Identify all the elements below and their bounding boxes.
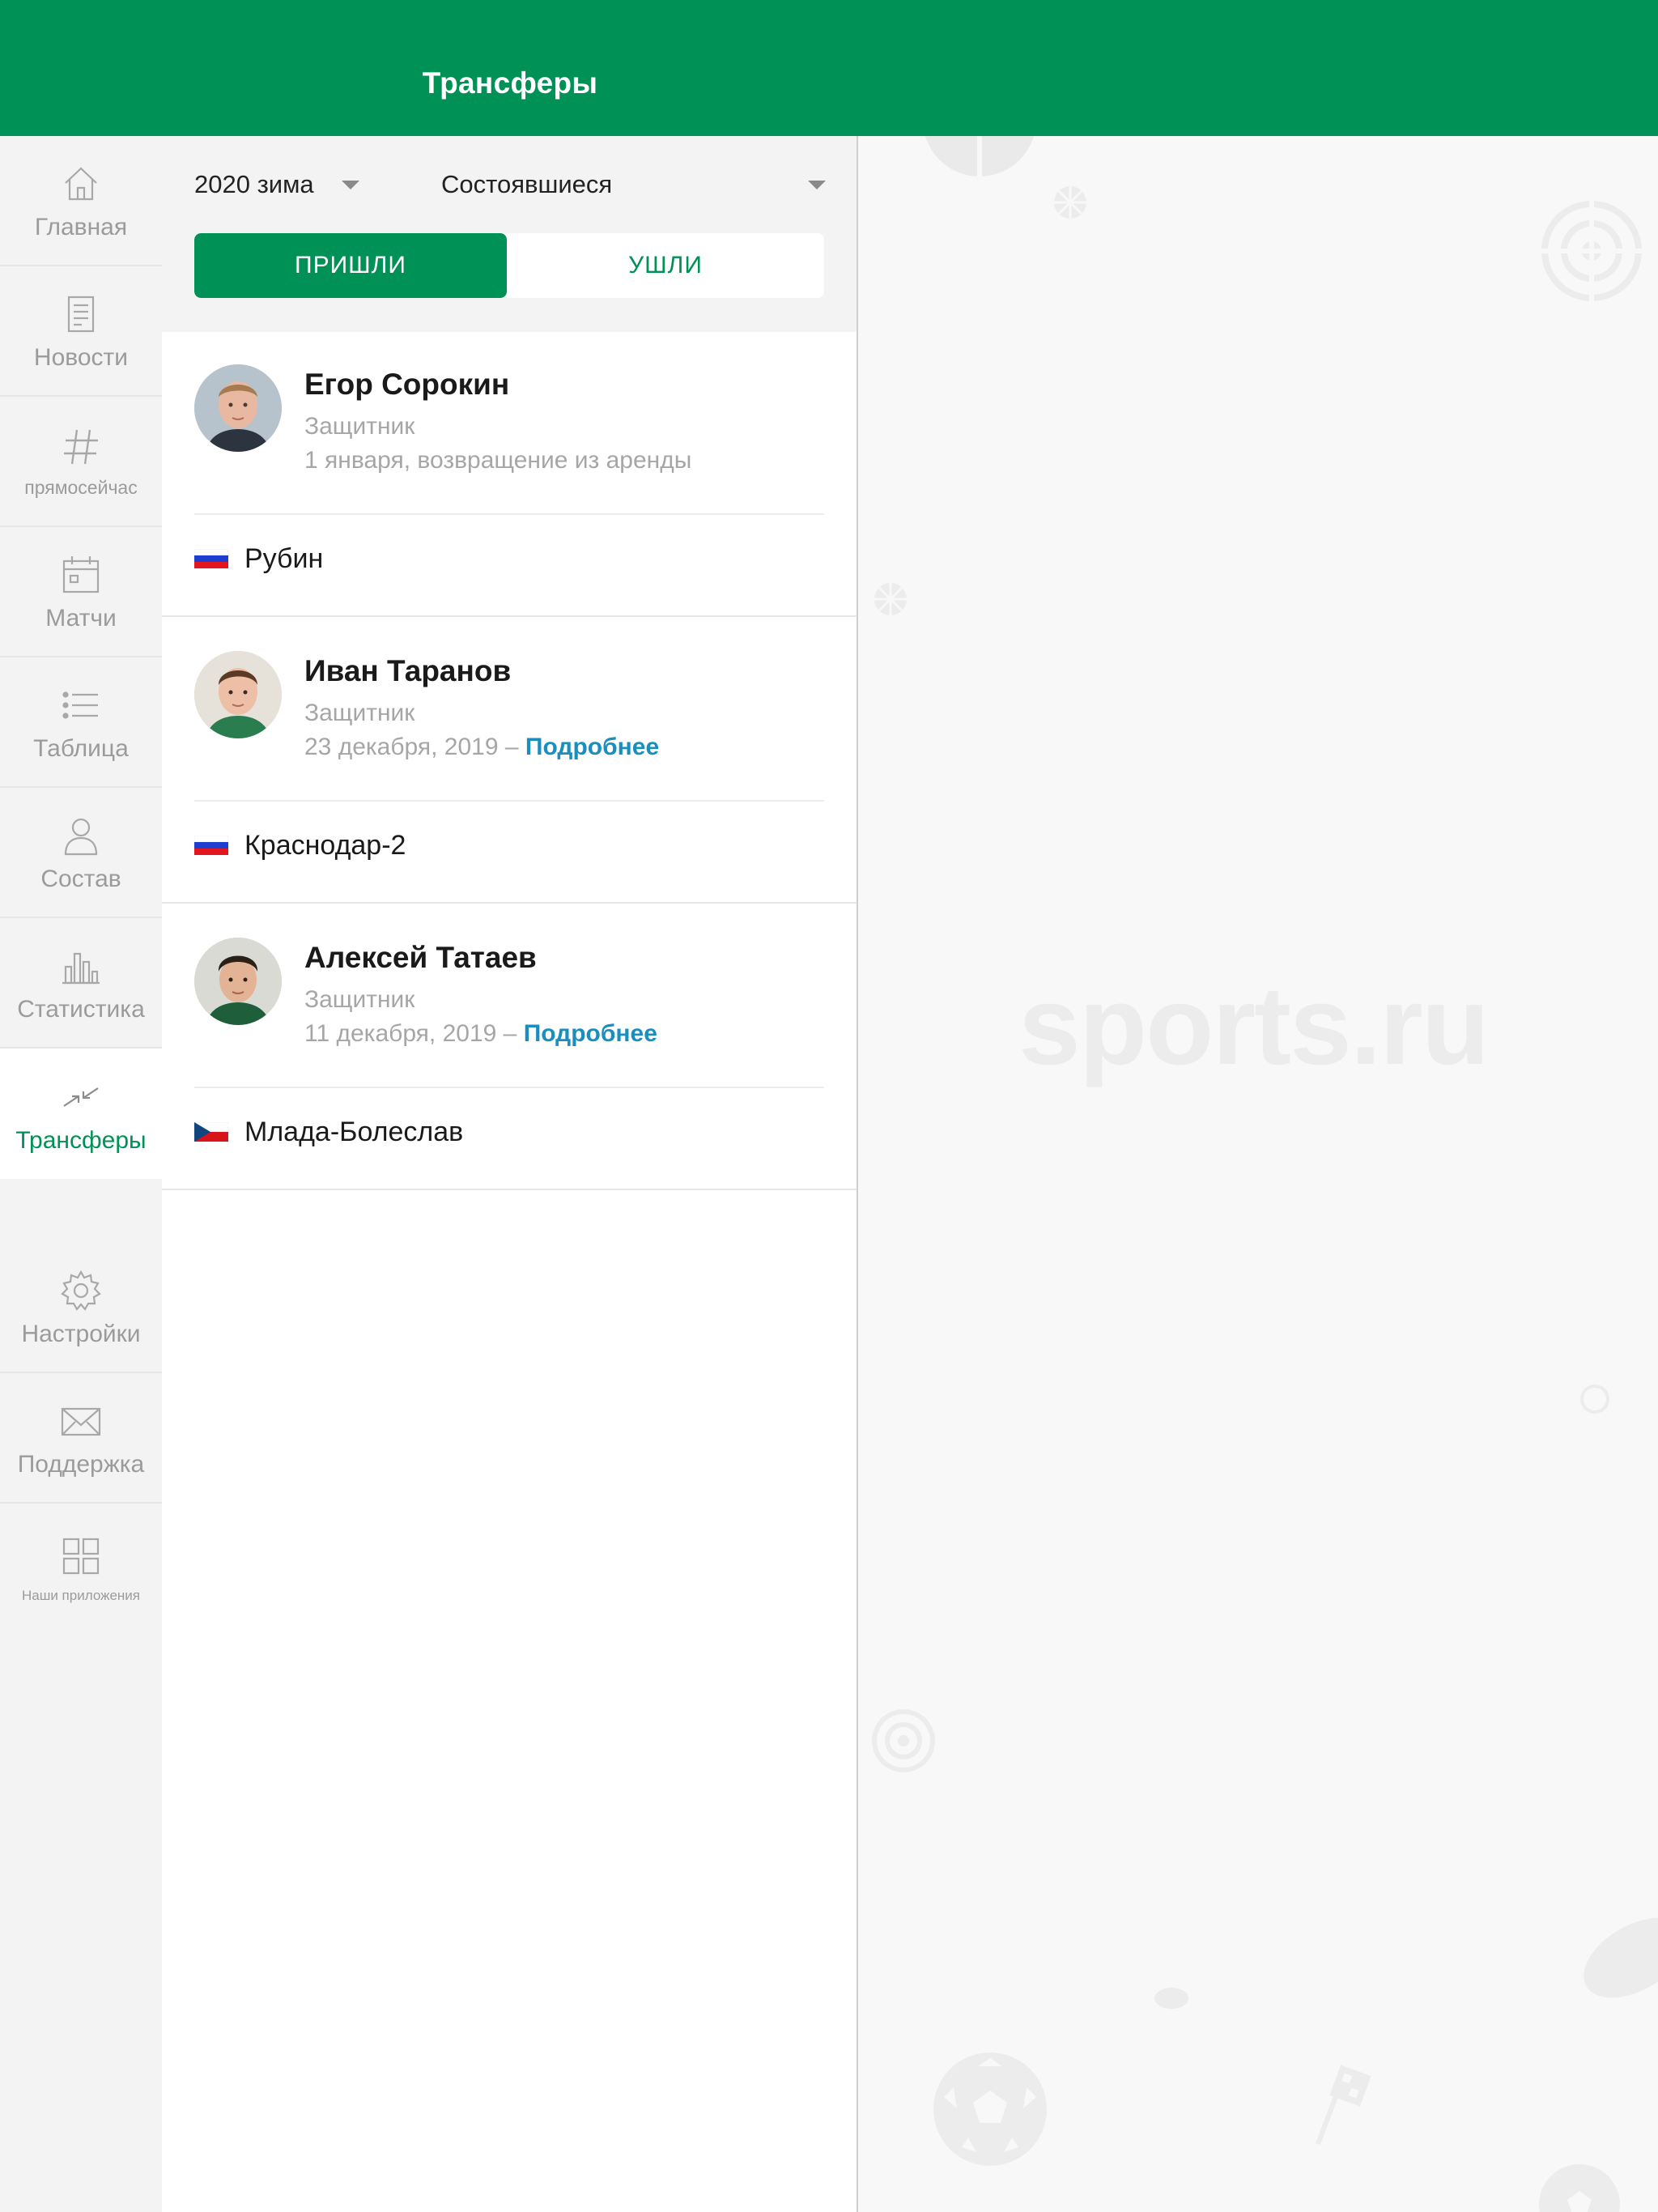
sports-ru-watermark: sports.ru: [1018, 963, 1490, 1088]
sidebar-item-live[interactable]: прямосейчас: [0, 397, 162, 527]
hashtag-icon: [57, 423, 104, 470]
sidebar-item-table[interactable]: Таблица: [0, 657, 162, 788]
sidebar-item-label: Главная: [34, 213, 128, 240]
sidebar-item-news[interactable]: Новости: [0, 266, 162, 397]
tab-incoming[interactable]: ПРИШЛИ: [194, 233, 507, 298]
sidebar-item-label: Настройки: [21, 1320, 141, 1347]
tab-outgoing[interactable]: УШЛИ: [507, 233, 824, 298]
club-row: Рубин: [194, 534, 323, 583]
transfer-arrows-icon: [57, 1074, 104, 1121]
sidebar-item-our-apps[interactable]: Наши приложения: [0, 1504, 162, 1634]
page-title: Трансферы: [422, 66, 598, 100]
sidebar-item-transfers[interactable]: Трансферы: [0, 1049, 162, 1179]
sidebar-nav: Главная Новости прямосейчас Матчи Таблиц…: [0, 136, 162, 2212]
player-position: Защитник: [304, 413, 415, 440]
puck-icon: [1154, 1988, 1188, 2009]
sidebar-item-label: Трансферы: [15, 1126, 147, 1154]
sidebar-item-squad[interactable]: Состав: [0, 788, 162, 918]
transfer-card[interactable]: Иван Таранов Защитник 23 декабря, 2019 –…: [162, 619, 857, 904]
news-icon: [57, 291, 104, 338]
transfer-card[interactable]: Егор Сорокин Защитник 1 января, возвраще…: [162, 332, 857, 617]
ball-icon: [874, 583, 907, 615]
czech-flag-icon: [194, 1122, 228, 1142]
more-link[interactable]: Подробнее: [525, 734, 659, 760]
transfer-detail: 11 декабря, 2019 – Подробнее: [304, 1020, 657, 1048]
sidebar-item-home[interactable]: Главная: [0, 136, 162, 266]
sidebar-item-label: Таблица: [33, 734, 129, 762]
person-icon: [57, 812, 104, 859]
home-icon: [57, 160, 104, 207]
transfer-date: 23 декабря, 2019 –: [304, 734, 519, 760]
club-name: Млада-Болеслав: [244, 1116, 464, 1147]
player-position: Защитник: [304, 700, 415, 726]
ball-icon: [1054, 186, 1086, 219]
sidebar-item-matches[interactable]: Матчи: [0, 527, 162, 657]
player-name: Алексей Татаев: [304, 941, 537, 974]
transfers-panel: 2020 зима Состоявшиеся ПРИШЛИ УШЛИ Егор …: [162, 136, 857, 2212]
detail-placeholder: sports.ru: [858, 136, 1658, 2212]
russia-flag-icon: [194, 549, 228, 568]
transfer-detail: 1 января, возвращение из аренды: [304, 447, 691, 474]
basketball-icon: [925, 136, 1035, 177]
divider: [194, 513, 824, 515]
chevron-down-icon: [808, 180, 826, 189]
sidebar-item-label: Новости: [33, 343, 129, 371]
sidebar-item-stats[interactable]: Статистика: [0, 918, 162, 1049]
more-link[interactable]: Подробнее: [524, 1020, 657, 1047]
top-bar: Трансферы: [0, 0, 1658, 136]
envelope-icon: [57, 1397, 104, 1444]
checkered-flag-icon: [1316, 2065, 1371, 2146]
club-name: Краснодар-2: [244, 829, 406, 861]
season-value: 2020 зима: [194, 170, 314, 198]
sidebar-item-label: Статистика: [17, 995, 145, 1023]
sidebar-item-label: Наши приложения: [21, 1587, 141, 1603]
filters-bar: 2020 зима Состоявшиеся ПРИШЛИ УШЛИ: [162, 136, 857, 332]
soccer-ball-icon: [1539, 2164, 1620, 2212]
puck-icon: [1580, 1385, 1609, 1414]
sidebar-item-label: Поддержка: [17, 1450, 145, 1478]
club-row: Млада-Болеслав: [194, 1108, 463, 1156]
avatar: [194, 364, 282, 452]
direction-segmented-control: ПРИШЛИ УШЛИ: [194, 233, 824, 298]
transfer-detail: 23 декабря, 2019 – Подробнее: [304, 734, 659, 761]
status-value: Состоявшиеся: [441, 170, 613, 198]
divider: [194, 800, 824, 802]
club-row: Краснодар-2: [194, 821, 406, 870]
target-icon: [872, 1709, 935, 1772]
sidebar-item-label: прямосейчас: [24, 477, 138, 498]
avatar: [194, 938, 282, 1025]
russia-flag-icon: [194, 836, 228, 855]
player-position: Защитник: [304, 986, 415, 1013]
sidebar-item-label: Матчи: [45, 604, 117, 632]
status-select[interactable]: Состоявшиеся: [441, 170, 826, 199]
bar-chart-icon: [57, 942, 104, 989]
divider: [194, 1087, 824, 1088]
transfer-date: 11 декабря, 2019 –: [304, 1020, 517, 1047]
chevron-down-icon: [341, 180, 359, 189]
gear-icon: [57, 1267, 104, 1314]
calendar-icon: [57, 551, 104, 598]
transfer-card[interactable]: Алексей Татаев Защитник 11 декабря, 2019…: [162, 905, 857, 1190]
player-name: Иван Таранов: [304, 654, 512, 687]
soccer-ball-icon: [933, 2052, 1047, 2166]
sidebar-item-label: Состав: [40, 865, 121, 892]
list-icon: [57, 682, 104, 729]
sidebar-item-settings[interactable]: Настройки: [0, 1243, 162, 1373]
apps-grid-icon: [57, 1534, 104, 1581]
transfer-date: 1 января, возвращение из аренды: [304, 447, 692, 474]
hockey-puck-icon: [1584, 1917, 1658, 1998]
sidebar-item-support[interactable]: Поддержка: [0, 1373, 162, 1504]
club-name: Рубин: [244, 542, 324, 574]
target-icon: [1541, 201, 1642, 301]
player-name: Егор Сорокин: [304, 368, 510, 401]
season-select[interactable]: 2020 зима: [194, 170, 359, 199]
avatar: [194, 651, 282, 738]
